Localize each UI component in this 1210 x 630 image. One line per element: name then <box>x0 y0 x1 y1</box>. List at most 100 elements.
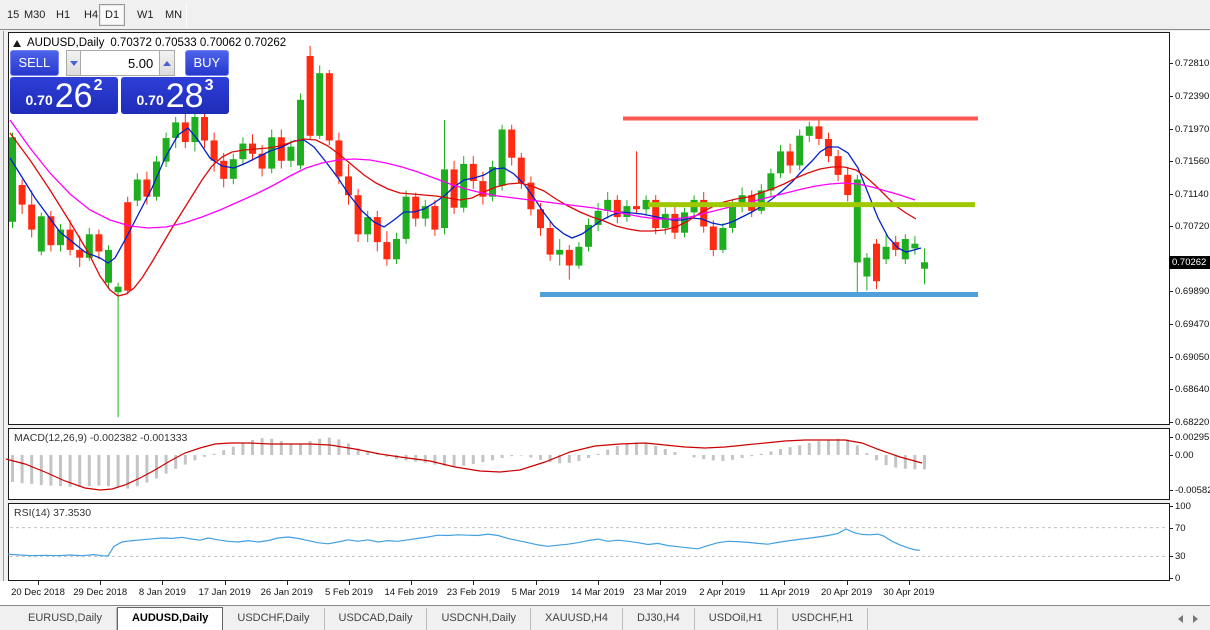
date-tick-mark <box>38 581 39 585</box>
date-label: 17 Jan 2019 <box>198 587 250 598</box>
price-tick-mark <box>1169 324 1173 325</box>
buy-price-sup: 3 <box>205 77 214 95</box>
tab-scroll-left-icon[interactable] <box>1178 615 1183 623</box>
candle <box>393 239 400 259</box>
candle <box>345 176 352 195</box>
macd-tick-label: -0.00582 <box>1175 485 1210 496</box>
candle <box>883 247 890 259</box>
price-tick-label: 0.72810 <box>1175 58 1209 69</box>
candle <box>239 144 246 160</box>
date-tick-mark <box>660 581 661 585</box>
sell-button[interactable]: SELL <box>10 50 59 76</box>
candle <box>95 234 102 251</box>
candle <box>806 126 813 135</box>
date-label: 23 Mar 2019 <box>633 587 686 598</box>
tab-scroll-right-icon[interactable] <box>1193 615 1198 623</box>
candle <box>854 180 861 263</box>
candle <box>863 258 870 277</box>
price-tick-mark <box>1169 63 1173 64</box>
candle <box>374 217 381 242</box>
candle <box>604 200 611 211</box>
candle <box>307 56 314 136</box>
candle <box>547 228 554 255</box>
rsi-tick-label: 100 <box>1175 501 1191 512</box>
candle <box>777 151 784 173</box>
chart-title: AUDUSD,Daily 0.70372 0.70533 0.70062 0.7… <box>13 37 286 49</box>
price-tick-label: 0.68640 <box>1175 384 1209 395</box>
symbol-marker-icon <box>13 40 21 47</box>
tab-usdcnh-daily[interactable]: USDCNH,Daily <box>427 608 531 630</box>
candle <box>873 244 880 282</box>
rsi-tick-label: 70 <box>1175 523 1186 534</box>
candle <box>441 169 448 228</box>
ohlc-values: 0.70372 0.70533 0.70062 0.70262 <box>110 37 286 49</box>
tab-usdchf-daily[interactable]: USDCHF,Daily <box>223 608 324 630</box>
tab-audusd-daily[interactable]: AUDUSD,Daily <box>117 607 223 630</box>
candle <box>355 195 362 234</box>
candle <box>729 206 736 228</box>
date-tick-mark <box>909 581 910 585</box>
macd-name: MACD(12,26,9) <box>14 432 87 444</box>
tab-usdchf-h1[interactable]: USDCHF,H1 <box>778 608 869 630</box>
candle <box>364 217 371 234</box>
candle <box>230 159 237 179</box>
candle <box>76 250 83 258</box>
volume-input[interactable] <box>81 50 159 76</box>
sell-price-display[interactable]: 0.70 26 2 <box>10 77 118 114</box>
sell-price-sup: 2 <box>94 77 103 95</box>
candle <box>163 138 170 162</box>
tab-eurusd-daily[interactable]: EURUSD,Daily <box>14 608 117 630</box>
candle <box>383 242 390 259</box>
tab-dj30-h4[interactable]: DJ30,H4 <box>623 608 695 630</box>
price-tick-mark <box>1169 96 1173 97</box>
price-tick-label: 0.71560 <box>1175 156 1209 167</box>
sell-price-base: 0.70 <box>26 92 53 114</box>
macd-tick-mark <box>1169 455 1173 456</box>
candle <box>710 227 717 251</box>
candle <box>835 156 842 175</box>
rsi-value: 37.3530 <box>53 507 91 519</box>
price-tick-mark <box>1169 194 1173 195</box>
tab-usdoil-h1[interactable]: USDOil,H1 <box>695 608 778 630</box>
triangle-up-icon <box>163 61 171 66</box>
date-tick-mark <box>536 581 537 585</box>
rsi-line <box>8 529 920 556</box>
rsi-tick-mark <box>1169 506 1173 507</box>
date-tick-mark <box>100 581 101 585</box>
date-tick-mark <box>411 581 412 585</box>
candle <box>105 250 112 283</box>
candle <box>556 250 563 255</box>
price-tick-mark <box>1169 226 1173 227</box>
date-tick-mark <box>784 581 785 585</box>
candle <box>796 136 803 166</box>
candle <box>719 228 726 250</box>
candle <box>671 214 678 233</box>
tab-xauusd-h4[interactable]: XAUUSD,H4 <box>531 608 623 630</box>
date-label: 20 Apr 2019 <box>821 587 872 598</box>
candle <box>297 100 304 166</box>
date-label: 26 Jan 2019 <box>261 587 313 598</box>
volume-decrease-button[interactable] <box>66 50 81 76</box>
macd-values: -0.002382 -0.001333 <box>90 432 188 444</box>
date-label: 2 Apr 2019 <box>699 587 745 598</box>
sell-price-big: 26 <box>55 78 93 114</box>
date-label: 20 Dec 2018 <box>11 587 65 598</box>
buy-price-base: 0.70 <box>137 92 164 114</box>
date-tick-mark <box>287 581 288 585</box>
candle <box>633 206 640 209</box>
tab-usdcad-daily[interactable]: USDCAD,Daily <box>325 608 428 630</box>
candle <box>902 239 909 259</box>
candle <box>19 185 26 205</box>
candle <box>844 175 851 195</box>
candle <box>134 180 141 201</box>
buy-price-display[interactable]: 0.70 28 3 <box>121 77 229 114</box>
candle <box>412 197 419 219</box>
rsi-name: RSI(14) <box>14 507 50 519</box>
candle <box>460 164 467 208</box>
date-label: 23 Feb 2019 <box>447 587 500 598</box>
volume-increase-button[interactable] <box>159 50 174 76</box>
candle <box>335 140 342 176</box>
buy-button[interactable]: BUY <box>185 50 229 76</box>
price-tick-label: 0.70720 <box>1175 221 1209 232</box>
date-label: 29 Dec 2018 <box>73 587 127 598</box>
